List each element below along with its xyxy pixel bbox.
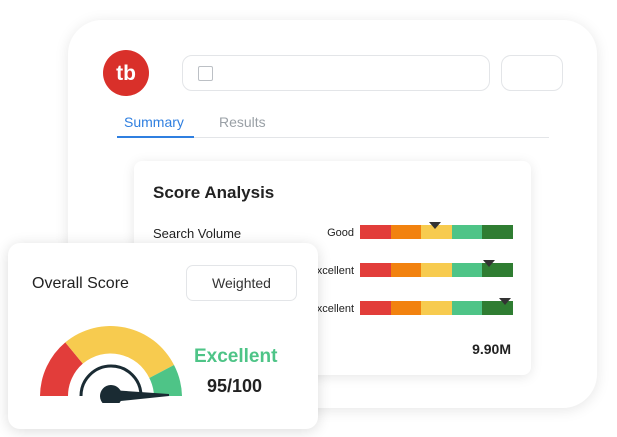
tab-results[interactable]: Results: [219, 114, 266, 130]
tb-logo-icon: tb: [116, 62, 136, 85]
metric-rating: Good: [327, 227, 354, 239]
brand-logo[interactable]: tb: [103, 50, 149, 96]
logo-text: tb: [116, 62, 136, 85]
rating-bar: [360, 301, 513, 315]
weighted-button[interactable]: Weighted: [186, 265, 297, 301]
search-button[interactable]: [501, 55, 563, 91]
overall-score-card: Overall Score Weighted Excellent 95/100: [8, 243, 318, 429]
metric-rating: xcellent: [316, 265, 354, 277]
score-rating-label: Excellent: [194, 346, 278, 367]
rating-marker: [482, 260, 495, 267]
checkbox-icon[interactable]: [198, 66, 213, 81]
search-input[interactable]: [182, 55, 490, 91]
overall-score-title: Overall Score: [32, 275, 129, 292]
metric-rating: xcellent: [316, 303, 354, 315]
gauge-segment-yellow: [65, 326, 174, 378]
panel-title: Score Analysis: [153, 183, 275, 202]
tab-summary[interactable]: Summary: [124, 114, 184, 130]
tab-bar: Summary Results: [117, 110, 549, 138]
rating-marker: [428, 222, 441, 229]
rating-marker: [499, 298, 512, 305]
score-value: 95/100: [207, 376, 263, 396]
metric-name-search-volume: Search Volume: [153, 226, 242, 241]
metric-value: 9.90M: [472, 341, 511, 357]
active-tab-indicator: [117, 136, 194, 138]
score-gauge: [40, 326, 182, 403]
